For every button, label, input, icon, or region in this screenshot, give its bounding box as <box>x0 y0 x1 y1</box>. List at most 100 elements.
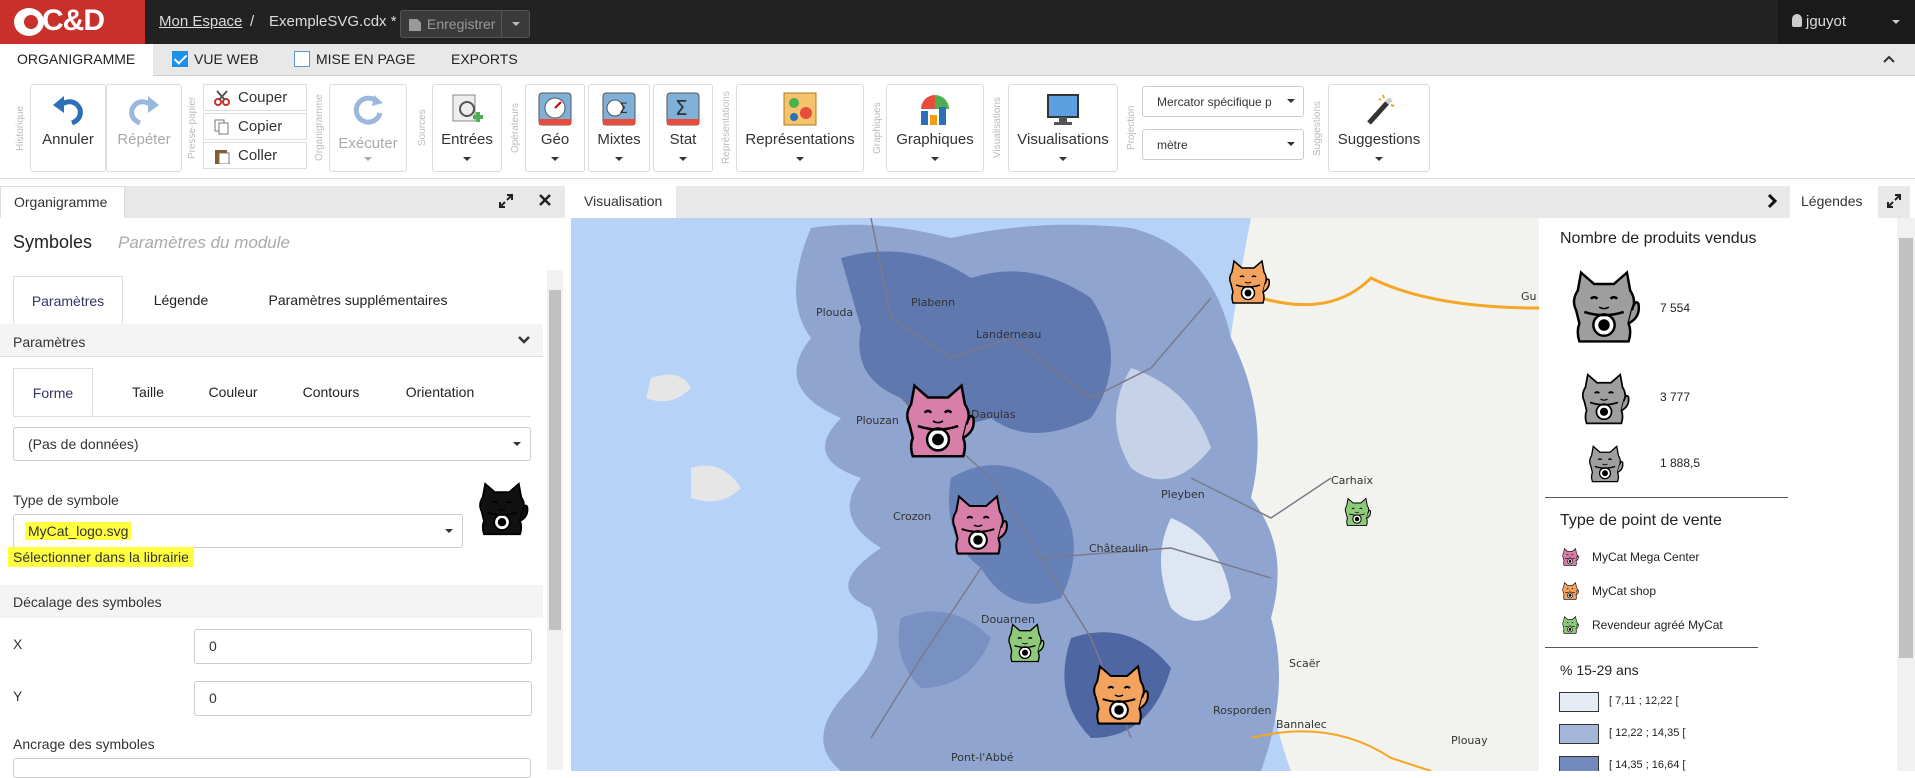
save-dropdown-toggle[interactable] <box>501 11 529 37</box>
y-label: Y <box>13 688 23 704</box>
map-label: Crozon <box>893 510 931 523</box>
copy-button[interactable]: Copier <box>203 113 307 140</box>
cat-marker-mega-center[interactable] <box>907 386 973 457</box>
visualisation-header <box>571 186 1910 218</box>
representations-button[interactable]: Représentations <box>736 84 864 172</box>
cat-marker-reseller[interactable] <box>1345 499 1370 526</box>
tab-exports[interactable]: EXPORTS <box>437 44 532 76</box>
breadcrumb-home-link[interactable]: Mon Espace <box>159 13 242 30</box>
symbol-type-select[interactable]: MyCat_logo.svg <box>13 514 463 548</box>
cat-marker-reseller[interactable] <box>1009 625 1044 662</box>
size-symbol-small <box>1584 440 1626 488</box>
chevron-down-icon <box>1375 157 1383 165</box>
chevron-down-icon <box>1287 99 1295 107</box>
save-button[interactable]: Enregistrer <box>400 10 530 38</box>
select-from-library-link[interactable]: Sélectionner dans la librairie <box>8 547 194 567</box>
close-icon[interactable] <box>538 193 552 207</box>
tab-legende[interactable]: Légende <box>131 276 231 324</box>
paste-button[interactable]: Coller <box>203 142 307 169</box>
panel-title: Symboles <box>13 232 93 252</box>
symbol-preview-cat-icon <box>472 478 532 540</box>
app-logo[interactable]: C&D <box>0 0 145 44</box>
user-menu[interactable]: jguyot <box>1778 0 1915 44</box>
tab-visualisation[interactable]: Visualisation <box>571 186 676 218</box>
collapse-ribbon-icon[interactable] <box>1882 52 1896 66</box>
x-offset-value: 0 <box>209 638 217 654</box>
tab-forme[interactable]: Forme <box>13 368 93 416</box>
save-button-label: Enregistrer <box>427 16 496 32</box>
tab-couleur[interactable]: Couleur <box>188 368 278 416</box>
tab-contours[interactable]: Contours <box>282 368 380 416</box>
cat-marker-shop[interactable] <box>1094 666 1148 723</box>
chevron-right-icon[interactable] <box>1766 193 1778 209</box>
chevron-down-icon <box>615 157 623 165</box>
map-canvas[interactable]: Gu Plouda Plabenn Landerneau Plouzan Dao… <box>571 218 1539 771</box>
unit-select[interactable]: mètre <box>1142 129 1304 160</box>
x-offset-input[interactable]: 0 <box>194 629 532 664</box>
projection-select[interactable]: Mercator spécifique p <box>1142 86 1304 117</box>
tab-parametres-supplementaires[interactable]: Paramètres supplémentaires <box>238 276 478 324</box>
tab-mise-en-page[interactable]: MISE EN PAGE <box>280 44 429 76</box>
cut-button[interactable]: Couper <box>203 84 307 111</box>
expand-icon[interactable] <box>498 193 514 209</box>
magic-wand-icon <box>1367 94 1395 125</box>
user-icon <box>1792 14 1802 27</box>
chevron-down-icon <box>551 157 559 165</box>
class-swatch-3 <box>1559 756 1599 771</box>
execute-button[interactable]: Exécuter <box>329 84 407 172</box>
chevron-down-icon[interactable] <box>517 334 531 346</box>
redo-button[interactable]: Répéter <box>106 84 182 172</box>
left-panel-scroll-thumb[interactable] <box>549 290 561 630</box>
map-view[interactable]: Gu Plouda Plabenn Landerneau Plouzan Dao… <box>571 218 1539 771</box>
geo-label: Géo <box>540 131 570 148</box>
tab-orientation[interactable]: Orientation <box>382 368 498 416</box>
menu-bar: ORGANIGRAMME VUE WEB MISE EN PAGE EXPORT… <box>0 44 1915 77</box>
mise-en-page-checkbox[interactable] <box>294 51 310 67</box>
charts-label: Graphiques <box>896 131 974 148</box>
legend-type-label: MyCat Mega Center <box>1592 550 1700 564</box>
mixed-operators-icon: Σ <box>602 92 636 126</box>
suggestions-button[interactable]: Suggestions <box>1328 84 1430 172</box>
mixed-button[interactable]: Σ Mixtes <box>588 84 650 172</box>
inputs-button[interactable]: Entrées <box>432 84 502 172</box>
undo-button[interactable]: Annuler <box>30 84 106 172</box>
copy-label: Copier <box>238 118 283 135</box>
vue-web-checkbox[interactable] <box>172 51 188 67</box>
unit-value: mètre <box>1157 138 1188 152</box>
legend-scroll-thumb[interactable] <box>1899 238 1913 658</box>
module-params-link[interactable]: Paramètres du module <box>118 233 290 253</box>
tab-organigramme[interactable]: ORGANIGRAMME <box>0 44 153 77</box>
map-label: Pleyben <box>1161 488 1205 501</box>
tab-organigramme-panel[interactable]: Organigramme <box>0 186 125 218</box>
shape-tabs: Forme Taille Couleur Contours Orientatio… <box>13 368 531 417</box>
group-label-presse-papier: Presse-papier <box>187 96 198 160</box>
sigma-icon: Σ <box>666 92 700 126</box>
legend-size-title: Nombre de produits vendus <box>1560 230 1757 247</box>
group-label-suggestions: Suggestions <box>1312 100 1323 156</box>
stat-button[interactable]: Σ Stat <box>653 84 713 172</box>
breadcrumb-separator: / <box>250 13 255 30</box>
legend-type-title: Type de point de vente <box>1560 512 1722 529</box>
tab-taille[interactable]: Taille <box>103 368 193 416</box>
tab-parametres[interactable]: Paramètres <box>13 276 123 324</box>
cat-marker-shop[interactable] <box>1230 261 1270 303</box>
parameters-section-header[interactable]: Paramètres <box>0 324 543 357</box>
tab-vue-web[interactable]: VUE WEB <box>158 44 273 76</box>
compass-icon <box>538 92 572 126</box>
charts-button[interactable]: Graphiques <box>886 84 984 172</box>
y-offset-input[interactable]: 0 <box>194 681 532 716</box>
data-select[interactable]: (Pas de données) <box>13 427 531 461</box>
visualisations-button[interactable]: Visualisations <box>1008 84 1118 172</box>
map-label: Plouda <box>816 306 853 319</box>
cut-label: Couper <box>238 89 288 106</box>
tab-legendes[interactable]: Légendes <box>1790 186 1878 218</box>
cat-marker-mega-center[interactable] <box>953 496 1007 553</box>
geo-button[interactable]: Géo <box>525 84 585 172</box>
map-label: Scaër <box>1289 657 1321 670</box>
data-select-value: (Pas de données) <box>28 436 139 452</box>
chevron-down-icon <box>1892 20 1900 28</box>
chevron-down-icon <box>679 157 687 165</box>
anchor-select[interactable] <box>13 758 531 778</box>
expand-icon[interactable] <box>1886 193 1902 209</box>
refresh-icon <box>353 95 383 125</box>
